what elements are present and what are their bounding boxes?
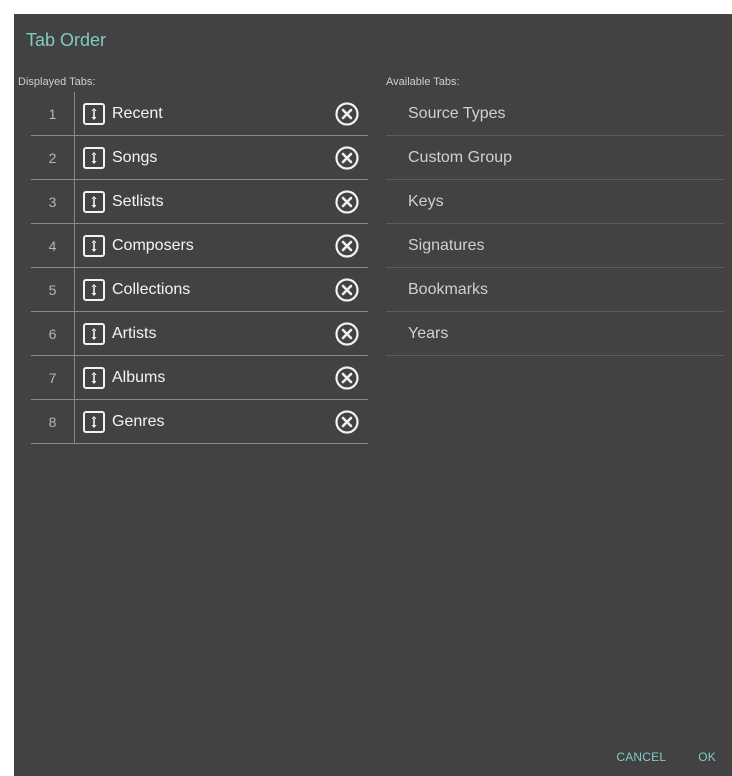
displayed-tab-label: Albums	[112, 368, 166, 386]
remove-icon[interactable]	[334, 409, 360, 435]
displayed-tabs-list: 1 Recent 2 Songs 3 Setlists 4 Composers …	[31, 92, 368, 444]
drag-handle-icon[interactable]	[83, 410, 105, 433]
displayed-tab-label: Songs	[112, 148, 158, 166]
drag-handle-icon[interactable]	[83, 234, 105, 257]
tab-position-number: 2	[31, 136, 75, 179]
available-tab-item[interactable]: Years	[386, 312, 724, 356]
remove-icon[interactable]	[334, 365, 360, 391]
displayed-tab-row[interactable]: 5 Collections	[31, 268, 368, 312]
tab-position-number: 7	[31, 356, 75, 399]
ok-button[interactable]: OK	[682, 748, 732, 766]
displayed-tab-row[interactable]: 7 Albums	[31, 356, 368, 400]
tab-position-number: 6	[31, 312, 75, 355]
cancel-button[interactable]: CANCEL	[600, 748, 682, 766]
available-tab-item[interactable]: Signatures	[386, 224, 724, 268]
available-tabs-label: Available Tabs:	[386, 76, 460, 88]
available-tab-item[interactable]: Bookmarks	[386, 268, 724, 312]
drag-handle-icon[interactable]	[83, 146, 105, 169]
drag-handle-icon[interactable]	[83, 102, 105, 125]
tab-position-number: 1	[31, 92, 75, 135]
available-tab-item[interactable]: Custom Group	[386, 136, 724, 180]
available-tabs-list: Source Types Custom Group Keys Signature…	[386, 92, 724, 356]
tab-order-dialog: Tab Order Displayed Tabs: Available Tabs…	[14, 14, 732, 776]
remove-icon[interactable]	[334, 233, 360, 259]
displayed-tab-label: Composers	[112, 236, 194, 254]
tab-position-number: 5	[31, 268, 75, 311]
displayed-tab-label: Recent	[112, 104, 163, 122]
dialog-title: Tab Order	[26, 30, 107, 50]
displayed-tab-label: Collections	[112, 280, 191, 298]
tab-position-number: 4	[31, 224, 75, 267]
dialog-actions: CANCEL OK	[600, 748, 732, 766]
displayed-tab-row[interactable]: 6 Artists	[31, 312, 368, 356]
tab-position-number: 3	[31, 180, 75, 223]
tab-position-number: 8	[31, 400, 75, 443]
displayed-tab-row[interactable]: 2 Songs	[31, 136, 368, 180]
displayed-tab-row[interactable]: 4 Composers	[31, 224, 368, 268]
available-tab-item[interactable]: Keys	[386, 180, 724, 224]
drag-handle-icon[interactable]	[83, 278, 105, 301]
displayed-tab-row[interactable]: 8 Genres	[31, 400, 368, 444]
displayed-tab-row[interactable]: 1 Recent	[31, 92, 368, 136]
remove-icon[interactable]	[334, 277, 360, 303]
remove-icon[interactable]	[334, 145, 360, 171]
displayed-tab-label: Setlists	[112, 192, 164, 210]
drag-handle-icon[interactable]	[83, 366, 105, 389]
drag-handle-icon[interactable]	[83, 190, 105, 213]
displayed-tab-label: Genres	[112, 412, 165, 430]
remove-icon[interactable]	[334, 189, 360, 215]
displayed-tab-row[interactable]: 3 Setlists	[31, 180, 368, 224]
remove-icon[interactable]	[334, 101, 360, 127]
displayed-tabs-label: Displayed Tabs:	[18, 76, 96, 88]
remove-icon[interactable]	[334, 321, 360, 347]
displayed-tab-label: Artists	[112, 324, 157, 342]
drag-handle-icon[interactable]	[83, 322, 105, 345]
available-tab-item[interactable]: Source Types	[386, 92, 724, 136]
